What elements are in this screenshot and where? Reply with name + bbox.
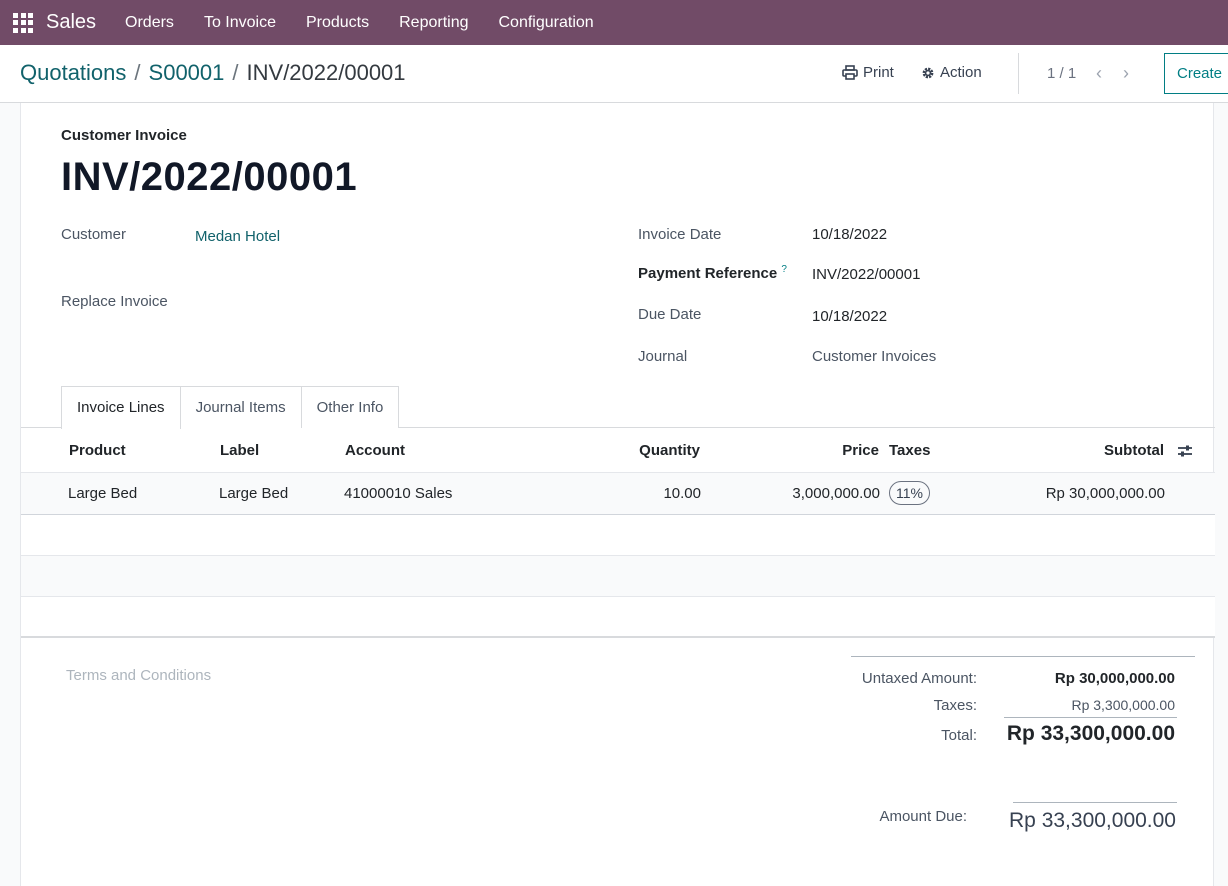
cell-quantity[interactable]: 10.00 xyxy=(663,485,701,502)
terms-conditions-field[interactable]: Terms and Conditions xyxy=(66,667,211,684)
replace-invoice-label: Replace Invoice xyxy=(61,293,168,310)
nav-orders[interactable]: Orders xyxy=(110,14,189,32)
nav-reporting[interactable]: Reporting xyxy=(384,14,483,32)
totals-top-divider xyxy=(851,656,1195,657)
apps-grid-icon[interactable] xyxy=(13,12,33,33)
invoice-date-label: Invoice Date xyxy=(638,226,722,243)
print-label: Print xyxy=(863,64,894,81)
amount-due-value: Rp 33,300,000.00 xyxy=(1009,809,1176,832)
nav-configuration[interactable]: Configuration xyxy=(484,14,609,32)
invoice-lines-header: Product Label Account Quantity Price Tax… xyxy=(21,428,1215,473)
tax-badge[interactable]: 11% xyxy=(889,481,930,505)
cell-product[interactable]: Large Bed xyxy=(68,485,137,502)
notebook-tabs: Invoice Lines Journal Items Other Info xyxy=(61,386,400,429)
untaxed-amount-value: Rp 30,000,000.00 xyxy=(1054,670,1175,687)
taxes-value: Rp 3,300,000.00 xyxy=(1071,697,1175,713)
payment-reference-label-text: Payment Reference xyxy=(638,265,778,282)
optional-columns-icon[interactable] xyxy=(1177,443,1193,459)
payment-reference-label: Payment Reference ? xyxy=(638,264,787,282)
toolbar-divider xyxy=(1018,53,1019,94)
breadcrumb-separator: / xyxy=(134,60,141,85)
breadcrumb-sale-order[interactable]: S00001 xyxy=(149,60,225,86)
col-label[interactable]: Label xyxy=(220,442,259,459)
taxes-label: Taxes: xyxy=(933,697,977,714)
create-button[interactable]: Create xyxy=(1164,53,1228,94)
tab-journal-items[interactable]: Journal Items xyxy=(179,386,302,428)
col-subtotal[interactable]: Subtotal xyxy=(1104,442,1164,459)
col-price[interactable]: Price xyxy=(842,442,879,459)
invoice-date-field[interactable]: 10/18/2022 xyxy=(812,226,887,243)
nav-to-invoice[interactable]: To Invoice xyxy=(189,14,291,32)
breadcrumb-separator: / xyxy=(232,60,239,85)
due-date-label: Due Date xyxy=(638,306,702,323)
breadcrumb-quotations[interactable]: Quotations xyxy=(20,60,126,86)
breadcrumb-current: INV/2022/00001 xyxy=(246,60,406,85)
tab-other-info[interactable]: Other Info xyxy=(300,386,400,428)
nav-products[interactable]: Products xyxy=(291,14,384,32)
help-tooltip-icon[interactable]: ? xyxy=(781,264,787,275)
breadcrumb: Quotations / S00001 / INV/2022/00001 xyxy=(20,60,406,86)
gear-icon xyxy=(922,67,934,78)
table-row[interactable]: Large Bed Large Bed 41000010 Sales 10.00… xyxy=(21,473,1215,515)
top-navbar: Sales Orders To Invoice Products Reporti… xyxy=(0,0,1228,45)
print-button[interactable]: Print xyxy=(842,64,894,81)
app-name[interactable]: Sales xyxy=(46,11,96,34)
chevron-right-icon[interactable]: › xyxy=(1123,63,1129,84)
table-row-empty xyxy=(21,556,1215,597)
document-type: Customer Invoice xyxy=(61,127,187,144)
customer-label: Customer xyxy=(61,226,127,243)
total-label: Total: xyxy=(941,727,977,744)
action-button[interactable]: Action xyxy=(921,64,982,81)
pager-value[interactable]: 1 / 1 xyxy=(1047,65,1076,82)
journal-field[interactable]: Customer Invoices xyxy=(812,348,936,365)
print-icon xyxy=(842,65,858,80)
table-row-empty xyxy=(21,515,1215,556)
total-value: Rp 33,300,000.00 xyxy=(1006,722,1175,745)
amount-due-divider xyxy=(1013,802,1177,803)
cell-account[interactable]: 41000010 Sales xyxy=(344,485,452,502)
journal-label: Journal xyxy=(638,348,688,365)
cell-label[interactable]: Large Bed xyxy=(219,485,288,502)
untaxed-amount-label: Untaxed Amount: xyxy=(861,670,977,687)
col-account[interactable]: Account xyxy=(345,442,405,459)
col-quantity[interactable]: Quantity xyxy=(639,442,700,459)
action-label: Action xyxy=(940,64,982,81)
chevron-left-icon[interactable]: ‹ xyxy=(1096,63,1102,84)
due-date-field[interactable]: 10/18/2022 xyxy=(812,308,887,325)
total-divider xyxy=(1004,717,1177,718)
tab-invoice-lines[interactable]: Invoice Lines xyxy=(61,386,181,429)
cell-subtotal: Rp 30,000,000.00 xyxy=(1045,485,1165,502)
amount-due-label: Amount Due: xyxy=(879,808,967,825)
cell-price[interactable]: 3,000,000.00 xyxy=(792,485,880,502)
payment-reference-field[interactable]: INV/2022/00001 xyxy=(812,266,920,283)
col-product[interactable]: Product xyxy=(69,442,126,459)
control-panel: Quotations / S00001 / INV/2022/00001 Pri… xyxy=(0,45,1228,103)
invoice-number-title: INV/2022/00001 xyxy=(61,155,358,199)
table-row-empty xyxy=(21,597,1215,638)
customer-field[interactable]: Medan Hotel xyxy=(195,228,280,245)
col-taxes[interactable]: Taxes xyxy=(889,442,930,459)
form-sheet: Customer Invoice INV/2022/00001 Customer… xyxy=(20,103,1215,886)
